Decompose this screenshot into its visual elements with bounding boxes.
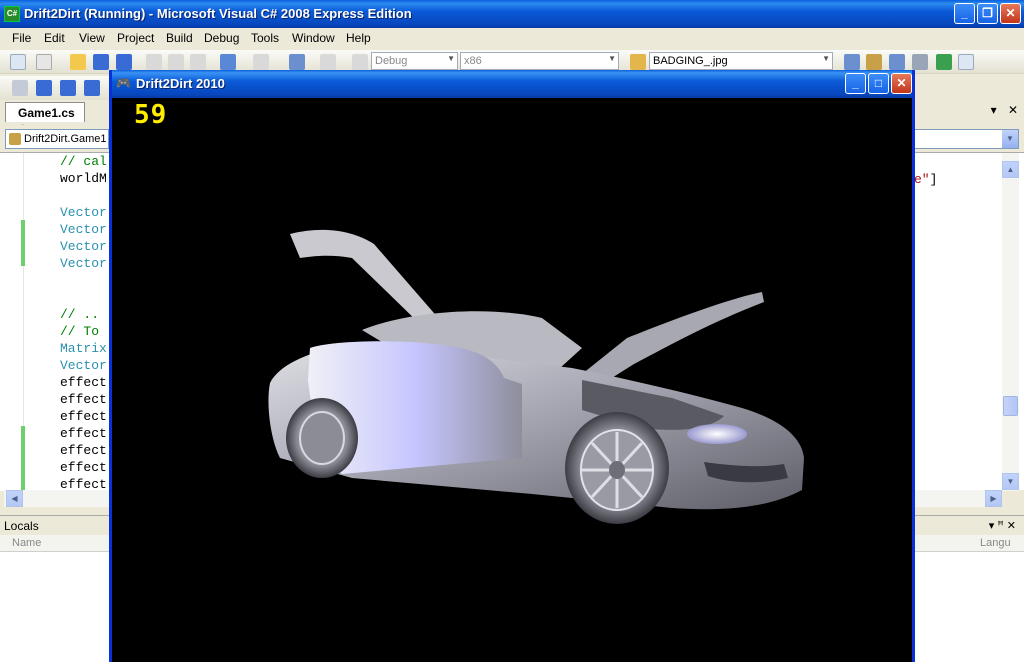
vs-minimize-button[interactable]: _	[954, 3, 975, 24]
member-combo[interactable]: ▼	[913, 129, 1019, 149]
column-name[interactable]: Name	[12, 537, 41, 549]
find-icon[interactable]	[320, 54, 336, 70]
game-close-button[interactable]: ✕	[891, 73, 912, 94]
menu-project[interactable]: Project	[117, 31, 154, 45]
change-marker	[21, 220, 25, 266]
object-browser-icon[interactable]	[889, 54, 905, 70]
start-page-icon[interactable]	[936, 54, 952, 70]
menu-debug[interactable]: Debug	[204, 31, 239, 45]
scroll-right-icon[interactable]: ▶	[985, 490, 1002, 507]
code-line: Vector	[60, 239, 107, 254]
code-line: Vector	[60, 222, 107, 237]
vs-close-button[interactable]: ✕	[1000, 3, 1021, 24]
scroll-left-icon[interactable]: ◀	[6, 490, 23, 507]
game-window-title: Drift2Dirt 2010	[136, 76, 225, 91]
find-combo[interactable]: BADGING_.jpg ▼	[649, 52, 833, 70]
code-line: Vector	[60, 358, 107, 373]
solution-platform-combo[interactable]: x86 ▼	[460, 52, 619, 70]
continue-icon[interactable]	[12, 80, 28, 96]
break-all-icon[interactable]	[36, 80, 52, 96]
new-project-icon[interactable]	[10, 54, 26, 70]
tab-label: Game1.cs	[18, 106, 75, 120]
solution-config-combo[interactable]: Debug ▼	[371, 52, 458, 70]
menu-view[interactable]: View	[79, 31, 105, 45]
paste-icon[interactable]	[190, 54, 206, 70]
vcs-app-icon: C#	[4, 6, 20, 22]
code-line: effect	[60, 443, 107, 458]
start-debug-icon[interactable]	[352, 54, 368, 70]
scroll-up-icon[interactable]: ▲	[1002, 161, 1019, 178]
close-document-icon[interactable]: ✕	[1008, 103, 1018, 117]
column-language[interactable]: Langu	[980, 537, 1011, 549]
locals-panel-tools[interactable]: ▾ ꟸ ✕	[989, 519, 1016, 532]
menu-help[interactable]: Help	[346, 31, 371, 45]
chevron-down-icon: ▼	[1002, 130, 1018, 148]
game-controller-icon: 🎮	[116, 76, 131, 90]
debug-toolbar	[0, 76, 110, 100]
code-line: Vector	[60, 205, 107, 220]
undo-icon[interactable]	[220, 54, 236, 70]
cut-icon[interactable]	[146, 54, 162, 70]
game-window[interactable]: 🎮 Drift2Dirt 2010 _ □ ✕ 59	[109, 70, 915, 662]
stop-debug-icon[interactable]	[60, 80, 76, 96]
tab-tools: ▾ ✕	[991, 103, 1018, 117]
open-file-icon[interactable]	[70, 54, 86, 70]
menu-tools[interactable]: Tools	[251, 31, 279, 45]
game-viewport[interactable]: 59	[112, 98, 912, 662]
solution-explorer-icon[interactable]	[844, 54, 860, 70]
properties-icon[interactable]	[866, 54, 882, 70]
find-in-files-icon[interactable]	[630, 54, 646, 70]
save-all-icon[interactable]	[116, 54, 132, 70]
code-line: worldM	[60, 171, 107, 186]
step-into-icon[interactable]	[84, 80, 100, 96]
menu-build[interactable]: Build	[166, 31, 193, 45]
vs-window-title: Drift2Dirt (Running) - Microsoft Visual …	[24, 6, 412, 21]
menu-window[interactable]: Window	[292, 31, 335, 45]
menu-edit[interactable]: Edit	[44, 31, 65, 45]
scroll-down-icon[interactable]: ▼	[1002, 473, 1019, 490]
code-line: // To	[60, 324, 100, 339]
tab-dropdown-icon[interactable]: ▾	[991, 103, 997, 117]
save-icon[interactable]	[93, 54, 109, 70]
code-line: // cal	[60, 154, 107, 169]
code-fragment-right: e"]	[914, 172, 938, 187]
redo-icon[interactable]	[253, 54, 269, 70]
editor-vertical-scrollbar[interactable]: ▲ ▼	[1002, 153, 1019, 491]
game-maximize-button[interactable]: □	[868, 73, 889, 94]
vs-title-bar[interactable]: C# Drift2Dirt (Running) - Microsoft Visu…	[0, 0, 1024, 28]
code-line: effect	[60, 375, 107, 390]
locals-title: Locals	[4, 519, 39, 533]
code-line: // ..	[60, 307, 100, 322]
scrollbar-thumb[interactable]	[1003, 396, 1018, 416]
game-minimize-button[interactable]: _	[845, 73, 866, 94]
navigate-icon[interactable]	[289, 54, 305, 70]
code-line: effect	[60, 392, 107, 407]
add-item-icon[interactable]	[36, 54, 52, 70]
other-windows-icon[interactable]	[958, 54, 974, 70]
code-line: effect	[60, 426, 107, 441]
code-line: Matrix	[60, 341, 107, 356]
class-combo[interactable]: Drift2Dirt.Game1	[5, 129, 109, 149]
copy-icon[interactable]	[168, 54, 184, 70]
code-line: effect	[60, 460, 107, 475]
code-line: effect	[60, 409, 107, 424]
class-icon	[9, 133, 21, 145]
change-marker	[21, 426, 25, 490]
tab-game1-cs[interactable]: Game1.cs🔒	[5, 102, 85, 133]
toolbox-icon[interactable]	[912, 54, 928, 70]
vs-maximize-button[interactable]: ❐	[977, 3, 998, 24]
code-line: Vector	[60, 256, 107, 271]
car-model-render	[268, 229, 805, 524]
menu-file[interactable]: File	[12, 31, 31, 45]
menu-bar: File Edit View Project Build Debug Tools…	[0, 28, 1024, 48]
game-title-bar[interactable]: 🎮 Drift2Dirt 2010 _ □ ✕	[112, 70, 912, 98]
